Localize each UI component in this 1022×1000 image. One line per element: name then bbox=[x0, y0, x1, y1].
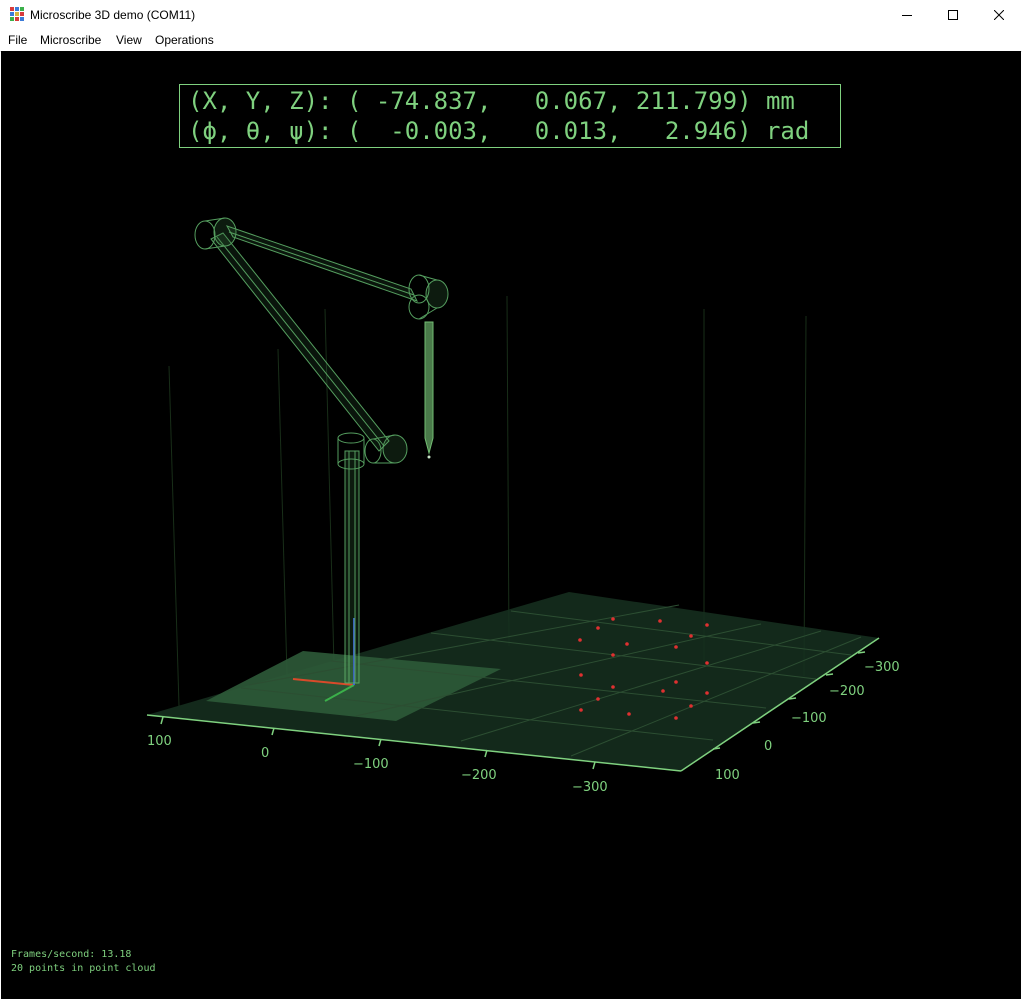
title-bar[interactable]: Microscribe 3D demo (COM11) bbox=[0, 0, 1022, 30]
minimize-icon bbox=[902, 15, 912, 16]
app-icon bbox=[10, 7, 24, 21]
y-tick-label: 0 bbox=[764, 739, 773, 754]
point-count-status: 20 points in point cloud bbox=[11, 963, 156, 974]
x-tick-label: −300 bbox=[572, 780, 608, 795]
maximize-button[interactable] bbox=[930, 0, 976, 30]
orientation-readout: (ϕ, θ, ψ): ( -0.003, 0.013, 2.946) rad bbox=[188, 117, 810, 145]
x-tick-label: −100 bbox=[353, 757, 389, 772]
minimize-button[interactable] bbox=[884, 0, 930, 30]
pose-readout: (X, Y, Z): ( -74.837, 0.067, 211.799) mm… bbox=[179, 84, 841, 148]
menu-file[interactable]: File bbox=[8, 33, 27, 47]
scene-canvas bbox=[146, 217, 880, 772]
menu-view[interactable]: View bbox=[116, 33, 142, 47]
menu-microscribe[interactable]: Microscribe bbox=[40, 33, 101, 47]
y-tick-label: −300 bbox=[864, 660, 900, 675]
window-title: Microscribe 3D demo (COM11) bbox=[30, 8, 196, 22]
y-tick-label: −200 bbox=[829, 684, 865, 699]
close-button[interactable] bbox=[976, 0, 1022, 30]
microscribe-arm bbox=[194, 217, 449, 684]
x-tick-label: 0 bbox=[261, 746, 270, 761]
menu-bar: File Microscribe View Operations bbox=[0, 30, 1022, 52]
3d-viewport[interactable]: (X, Y, Z): ( -74.837, 0.067, 211.799) mm… bbox=[1, 51, 1021, 999]
maximize-icon bbox=[948, 10, 958, 20]
close-icon bbox=[994, 10, 1004, 20]
y-tick-label: −100 bbox=[791, 711, 827, 726]
menu-operations[interactable]: Operations bbox=[155, 33, 214, 47]
fps-status: Frames/second: 13.18 bbox=[11, 949, 132, 960]
y-tick-label: 100 bbox=[715, 768, 740, 783]
x-tick-label: 100 bbox=[147, 734, 172, 749]
x-tick-label: −200 bbox=[461, 768, 497, 783]
position-readout: (X, Y, Z): ( -74.837, 0.067, 211.799) mm bbox=[188, 87, 795, 115]
